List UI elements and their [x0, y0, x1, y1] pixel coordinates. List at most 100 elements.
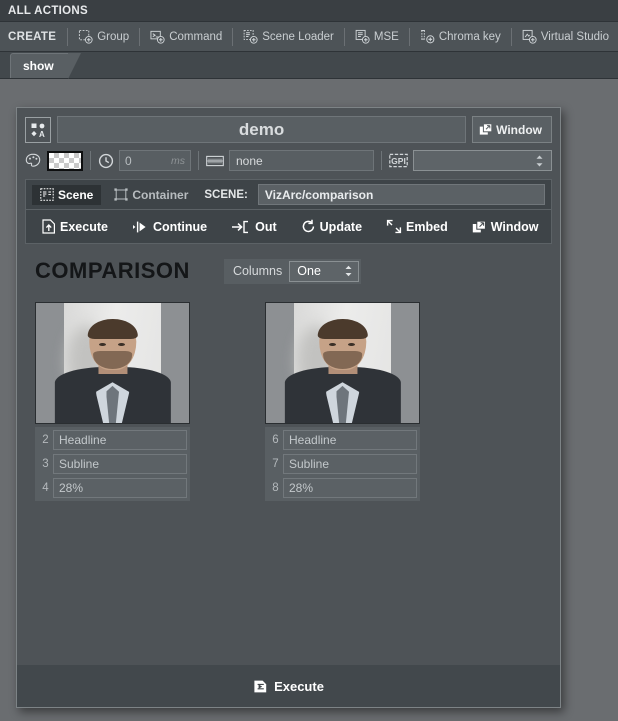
field-value: Subline [59, 457, 100, 471]
execute-command-button[interactable]: Execute [30, 216, 120, 237]
field-number: 3 [42, 458, 49, 470]
shortcut-input[interactable]: none [229, 150, 374, 171]
field-input[interactable]: Subline [53, 454, 187, 474]
spinner-arrows-icon [536, 155, 543, 166]
field-number: 8 [272, 482, 279, 494]
spinner-arrows-icon [345, 265, 352, 277]
tab-show[interactable]: show [10, 53, 81, 79]
scene-path-value: VizArc/comparison [264, 187, 374, 202]
scene-form: COMPARISON Columns One 2 Headline 3 Subl… [17, 244, 560, 501]
comparison-card: 6 Headline 7 Subline 8 28% [265, 302, 420, 501]
field-input[interactable]: 28% [53, 478, 187, 498]
window-icon [479, 122, 493, 135]
toolbar-divider [139, 27, 141, 46]
panel-window-label: Window [496, 122, 542, 137]
field-input[interactable]: 28% [283, 478, 417, 498]
columns-control: Columns One [223, 258, 362, 284]
update-command-button[interactable]: Update [289, 216, 374, 237]
window-icon [472, 220, 486, 232]
continue-command-button[interactable]: Continue [120, 217, 219, 237]
embed-command-button[interactable]: Embed [374, 216, 460, 237]
comparison-cards: 2 Headline 3 Subline 4 28% 6 Headline 7 … [35, 302, 542, 501]
create-mse-button[interactable]: MSE [348, 26, 406, 47]
footer-execute-button[interactable]: Execute [253, 679, 324, 694]
out-command-label: Out [255, 219, 277, 234]
gpi-select[interactable] [412, 150, 552, 171]
card-image[interactable] [35, 302, 190, 424]
panel-window-button[interactable]: Window [472, 116, 552, 143]
virtual-studio-add-icon [522, 29, 537, 44]
all-actions-header: ALL ACTIONS [0, 0, 618, 22]
tab-scene-label: Scene [58, 187, 94, 202]
palette-icon [25, 153, 41, 167]
field-row: 2 Headline [35, 428, 190, 452]
create-scene-loader-button[interactable]: Scene Loader [236, 26, 341, 47]
field-number: 6 [272, 434, 279, 446]
panel-footer: Execute [17, 665, 560, 707]
update-command-label: Update [319, 219, 363, 234]
field-input[interactable]: Subline [283, 454, 417, 474]
group-add-icon [79, 29, 93, 44]
create-chroma-key-button[interactable]: Chroma key [413, 26, 508, 47]
field-row: 8 28% [265, 476, 420, 500]
tab-label: show [23, 59, 54, 73]
scene-path-input[interactable]: VizArc/comparison [257, 184, 545, 205]
toolbar-divider [232, 27, 234, 46]
scene-icon [40, 188, 54, 201]
props-divider [90, 151, 91, 170]
embed-command-label: Embed [406, 219, 448, 234]
create-item-label: Group [97, 30, 130, 43]
out-command-button[interactable]: Out [219, 217, 289, 237]
tab-container[interactable]: Container [106, 185, 196, 205]
scene-field-label: SCENE: [204, 188, 248, 201]
field-input[interactable]: Headline [53, 430, 187, 450]
toolbar-divider [408, 27, 410, 46]
create-item-label: MSE [373, 30, 399, 43]
create-command-button[interactable]: Command [143, 26, 229, 47]
tab-scene[interactable]: Scene [32, 184, 102, 205]
toolbar-divider [343, 27, 345, 46]
create-virtual-studio-button[interactable]: Virtual Studio [515, 26, 616, 47]
panel-props-row: 0 ms none GPI [17, 147, 560, 177]
field-input[interactable]: Headline [283, 430, 417, 450]
comparison-card: 2 Headline 3 Subline 4 28% [35, 302, 190, 501]
continue-command-label: Continue [152, 219, 208, 234]
chroma-key-add-icon [420, 30, 435, 44]
props-divider [380, 151, 382, 170]
field-value: Headline [289, 433, 337, 447]
update-icon [302, 219, 314, 233]
svg-text:GPI: GPI [391, 156, 406, 166]
props-divider [198, 151, 199, 170]
portrait-photo-icon [266, 303, 419, 423]
field-number: 7 [272, 458, 279, 470]
portrait-photo-icon [36, 303, 189, 423]
create-label: CREATE [8, 30, 57, 43]
card-image[interactable] [265, 302, 420, 424]
page-title: ALL ACTIONS [8, 4, 88, 17]
form-header: COMPARISON Columns One [35, 258, 542, 284]
columns-select[interactable]: One [289, 260, 360, 282]
columns-value: One [297, 264, 321, 278]
action-name-input[interactable]: demo [57, 116, 467, 143]
columns-label: Columns [232, 264, 283, 278]
svg-text:A: A [39, 130, 45, 139]
delay-input[interactable]: 0 ms [119, 150, 191, 171]
action-name-value: demo [238, 119, 285, 139]
window-command-label: Window [490, 219, 539, 234]
action-type-icon-box: A [25, 116, 51, 143]
footer-execute-label: Execute [274, 678, 324, 694]
form-title: COMPARISON [35, 258, 190, 283]
create-group-button[interactable]: Group [71, 26, 136, 47]
toolbar-divider [510, 27, 512, 46]
out-icon [232, 220, 249, 233]
create-item-label: Scene Loader [262, 30, 334, 43]
shapes-text-icon: A [31, 123, 45, 139]
card-fields: 6 Headline 7 Subline 8 28% [265, 427, 420, 501]
field-row: 6 Headline [265, 428, 420, 452]
delay-value: 0 [125, 153, 132, 168]
field-number: 2 [42, 434, 49, 446]
window-command-button[interactable]: Window [460, 217, 551, 237]
tab-strip: show [0, 52, 618, 79]
field-value: Subline [289, 457, 330, 471]
color-swatch[interactable] [47, 150, 83, 171]
